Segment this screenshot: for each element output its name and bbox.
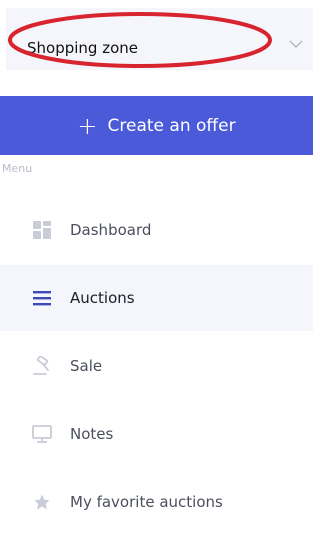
nav-item-notes[interactable]: Notes [0,401,313,467]
monitor-icon [31,423,53,445]
nav-label-favorite-auctions: My favorite auctions [70,493,223,511]
create-offer-label: Create an offer [107,115,236,136]
nav-label-auctions: Auctions [70,289,135,307]
nav-label-sale: Sale [70,357,103,375]
create-offer-button[interactable]: + Create an offer [0,96,313,155]
nav-item-dashboard[interactable]: Dashboard [0,197,313,263]
gavel-icon [31,355,53,377]
nav-label-notes: Notes [70,425,114,443]
chevron-down-icon[interactable] [288,38,304,50]
zone-select-value: Shopping zone [27,39,138,57]
dashboard-grid-icon [31,219,53,241]
star-icon [31,491,53,513]
plus-icon: + [77,111,98,140]
nav-item-sale[interactable]: Sale [0,333,313,399]
menu-heading: Menu [2,162,33,175]
zone-select[interactable]: Shopping zone [6,8,313,70]
nav-item-auctions[interactable]: Auctions [0,265,313,331]
nav-item-favorite-auctions[interactable]: My favorite auctions [0,469,313,535]
hamburger-list-icon [31,287,53,309]
nav-label-dashboard: Dashboard [70,221,152,239]
